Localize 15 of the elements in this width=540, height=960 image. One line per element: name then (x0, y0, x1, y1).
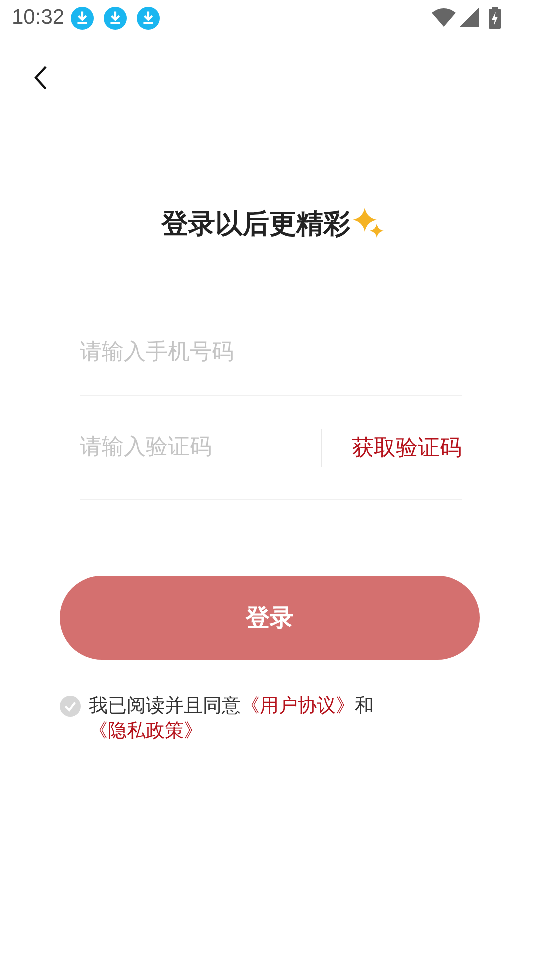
download-icon (104, 6, 127, 30)
wifi-icon (432, 8, 456, 28)
signal-icon (460, 8, 480, 28)
download-icon (136, 6, 160, 30)
phone-input-field[interactable]: 请输入手机号码 (80, 340, 462, 365)
clock-time: 10:32 (12, 6, 65, 30)
get-code-button[interactable]: 获取验证码 (352, 432, 462, 462)
agreement-link[interactable]: 《用户协议》 (241, 695, 355, 717)
download-icon (70, 6, 94, 30)
agreement-text: 我已阅读并且同意《用户协议》和 《隐私政策》 (89, 694, 375, 744)
agree-checkbox[interactable] (60, 696, 81, 717)
code-input-field[interactable]: 请输入验证码 (80, 435, 321, 460)
agreement-link[interactable]: 《隐私政策》 (89, 720, 203, 742)
battery-icon (488, 7, 502, 29)
page-title: 登录以后更精彩 (160, 208, 350, 242)
